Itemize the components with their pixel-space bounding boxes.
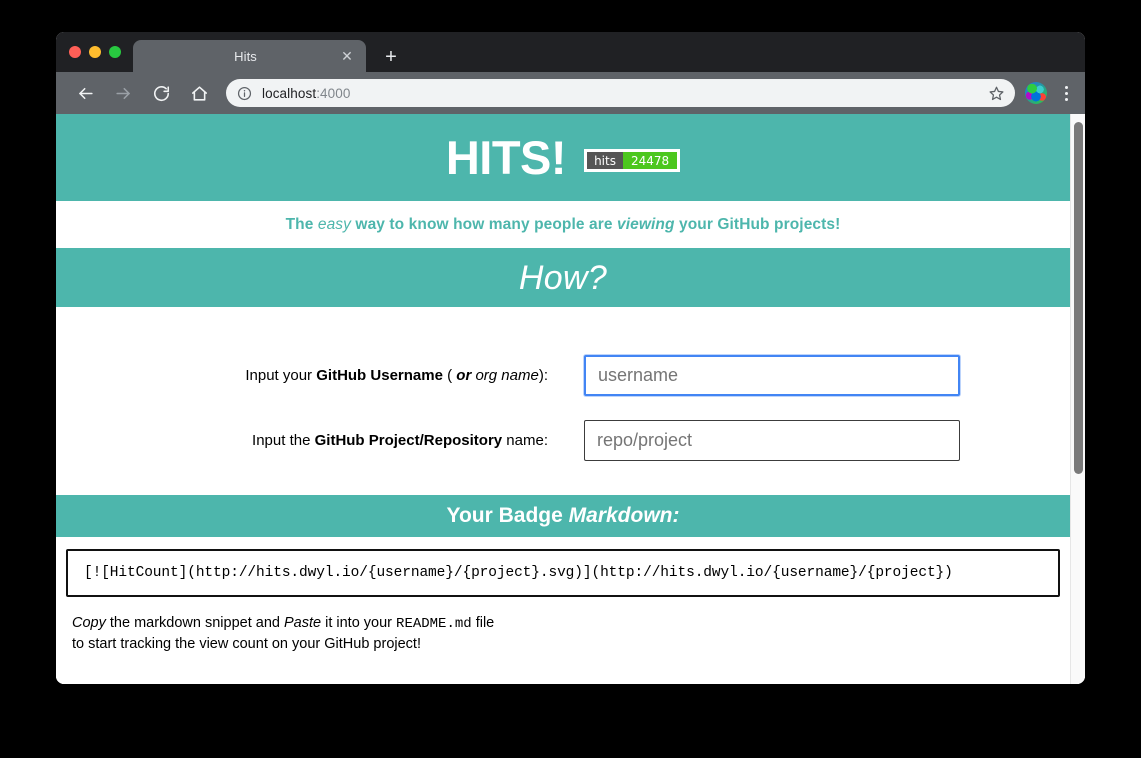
badge-markdown-banner: Your Badge Markdown: xyxy=(56,495,1070,537)
hits-badge-value: 24478 xyxy=(623,152,677,169)
home-icon[interactable] xyxy=(184,78,214,108)
readme-filename: README.md xyxy=(396,616,472,632)
username-label-orgname: org name xyxy=(471,367,539,384)
url-port: :4000 xyxy=(316,86,350,101)
maximize-window-button[interactable] xyxy=(109,46,121,58)
minimize-window-button[interactable] xyxy=(89,46,101,58)
extension-avatar-icon[interactable] xyxy=(1025,82,1047,104)
how-section-banner: How? xyxy=(56,250,1070,307)
username-label-bold: GitHub Username xyxy=(316,367,443,384)
browser-tab[interactable]: Hits ✕ xyxy=(133,40,366,72)
instructions-line-2: to start tracking the view count on your… xyxy=(72,634,1070,654)
repo-label-pre: Input the xyxy=(252,432,315,449)
username-form-row: Input your GitHub Username ( or org name… xyxy=(56,355,1070,396)
hero-banner: HITS! hits 24478 xyxy=(56,114,1070,201)
repo-label-bold: GitHub Project/Repository xyxy=(315,432,503,449)
instructions-part1: the markdown snippet and xyxy=(106,615,284,631)
close-window-button[interactable] xyxy=(69,46,81,58)
badge-markdown-heading: Your Badge Markdown: xyxy=(447,504,680,528)
address-bar-url: localhost:4000 xyxy=(262,86,985,101)
instructions-text: Copy the markdown snippet and Paste it i… xyxy=(56,597,1070,654)
page-content: HITS! hits 24478 The easy way to know ho… xyxy=(56,114,1070,684)
subtitle-text: The easy way to know how many people are… xyxy=(286,216,841,234)
repo-label: Input the GitHub Project/Repository name… xyxy=(56,432,584,449)
page-title: HITS! xyxy=(446,134,566,181)
instructions-paste-emphasis: Paste xyxy=(284,615,321,631)
browser-tab-strip: Hits ✕ + xyxy=(56,32,1085,72)
subtitle-emphasis-viewing: viewing xyxy=(617,216,675,233)
repo-input[interactable] xyxy=(584,420,960,461)
reload-icon[interactable] xyxy=(146,78,176,108)
page-scrollbar-thumb[interactable] xyxy=(1074,122,1083,474)
subtitle-part3: your GitHub projects! xyxy=(675,216,841,233)
browser-toolbar: localhost:4000 xyxy=(56,72,1085,114)
page-viewport: HITS! hits 24478 The easy way to know ho… xyxy=(56,114,1085,684)
username-label-post: ): xyxy=(539,367,548,384)
close-icon[interactable]: ✕ xyxy=(336,45,358,67)
info-circle-icon[interactable] xyxy=(236,85,252,101)
username-label-pre: Input your xyxy=(245,367,316,384)
subtitle-band: The easy way to know how many people are… xyxy=(56,201,1070,250)
subtitle-part1: The xyxy=(286,216,318,233)
arrow-right-icon[interactable] xyxy=(108,78,138,108)
markdown-snippet-wrapper: [![HitCount](http://hits.dwyl.io/{userna… xyxy=(56,537,1070,597)
subtitle-part2: way to know how many people are xyxy=(351,216,617,233)
instructions-part2: it into your xyxy=(321,615,396,631)
repo-label-post: name: xyxy=(502,432,548,449)
page-scrollbar[interactable] xyxy=(1070,114,1085,684)
hits-badge-label: hits xyxy=(587,152,623,169)
subtitle-emphasis-easy: easy xyxy=(318,216,351,233)
browser-window: Hits ✕ + localhost:4000 xyxy=(56,32,1085,684)
badge-heading-italic: Markdown: xyxy=(569,504,680,527)
username-label: Input your GitHub Username ( or org name… xyxy=(56,367,584,384)
url-host: localhost xyxy=(262,86,316,101)
repo-form-row: Input the GitHub Project/Repository name… xyxy=(56,420,1070,461)
three-dot-menu-icon[interactable] xyxy=(1053,80,1079,106)
plus-icon[interactable]: + xyxy=(378,44,404,70)
browser-tab-title: Hits xyxy=(133,49,336,64)
username-label-mid: ( xyxy=(443,367,456,384)
form-section: Input your GitHub Username ( or org name… xyxy=(56,307,1070,495)
star-icon[interactable] xyxy=(985,82,1007,104)
instructions-copy-emphasis: Copy xyxy=(72,615,106,631)
address-bar[interactable]: localhost:4000 xyxy=(226,79,1015,107)
badge-heading-bold: Your Badge xyxy=(447,504,569,527)
hits-badge: hits 24478 xyxy=(584,149,680,172)
username-input[interactable] xyxy=(584,355,960,396)
arrow-left-icon[interactable] xyxy=(70,78,100,108)
markdown-snippet-box[interactable]: [![HitCount](http://hits.dwyl.io/{userna… xyxy=(66,549,1060,597)
instructions-part3: file xyxy=(472,615,495,631)
instructions-line-1: Copy the markdown snippet and Paste it i… xyxy=(72,613,1070,634)
window-traffic-lights xyxy=(69,46,121,58)
username-label-or: or xyxy=(456,367,471,384)
markdown-snippet-text: [![HitCount](http://hits.dwyl.io/{userna… xyxy=(84,565,953,581)
how-heading: How? xyxy=(519,259,607,298)
